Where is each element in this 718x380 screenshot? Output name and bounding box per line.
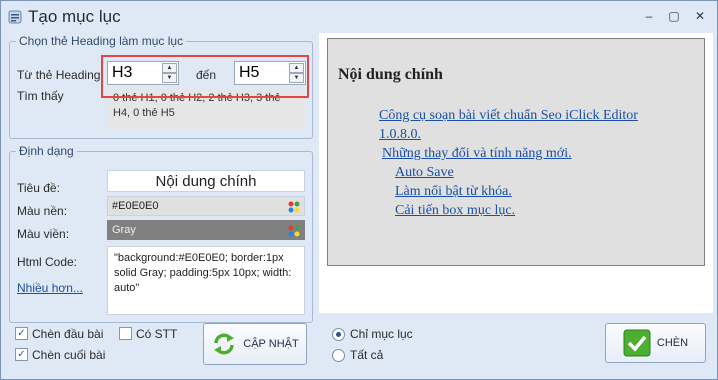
stt-label: Có STT (136, 327, 178, 341)
toc-item-link[interactable]: Những thay đổi và tính năng mới. (382, 146, 572, 161)
toc-dialog: Tạo mục lục – ▢ ✕ Chọn thẻ Heading làm m… (0, 0, 718, 380)
bg-color-label: Màu nền: (17, 204, 68, 218)
color-palette-icon[interactable] (287, 200, 301, 214)
highlight-box (101, 55, 309, 98)
toc-item-link[interactable]: Làm nổi bật từ khóa. (395, 184, 512, 199)
insert-button[interactable]: CHÈN (605, 323, 706, 363)
insert-bottom-label: Chèn cuối bài (32, 348, 106, 362)
toc-item-link[interactable]: Cải tiến box mục lục. (395, 203, 515, 218)
bg-color-field[interactable]: #E0E0E0 (107, 196, 305, 216)
insert-top-checkbox[interactable]: ✓ (15, 327, 28, 340)
toc-item-link[interactable]: Auto Save (395, 165, 454, 180)
toc-item-2[interactable]: Những thay đổi và tính năng mới. (338, 144, 694, 163)
border-color-value: Gray (112, 224, 136, 236)
all-label: Tất cả (350, 348, 384, 362)
title-bar: Tạo mục lục – ▢ ✕ (1, 1, 717, 33)
preview-title: Nội dung chính (338, 66, 443, 83)
insert-bottom-checkbox[interactable]: ✓ (15, 348, 28, 361)
toc-item-4[interactable]: Làm nổi bật từ khóa. (338, 182, 694, 201)
heading-group-legend: Chọn thẻ Heading làm mục lục (16, 34, 187, 48)
app-icon (8, 10, 22, 24)
preview-panel: Nội dung chính Công cụ soạn bài viết chu… (319, 33, 713, 313)
bg-color-value: #E0E0E0 (112, 200, 159, 212)
toc-only-radio[interactable] (332, 328, 345, 341)
title-input[interactable]: Nội dung chính (107, 170, 305, 192)
toc-preview: Nội dung chính Công cụ soạn bài viết chu… (327, 38, 705, 266)
html-code-label: Html Code: (17, 255, 78, 269)
checkmark-icon (623, 329, 651, 357)
minimize-icon: – (645, 9, 653, 23)
preview-toc-list: Công cụ soạn bài viết chuẩn Seo iClick E… (338, 106, 694, 220)
insert-button-label: CHÈN (656, 337, 689, 349)
toc-only-label: Chỉ mục lục (350, 327, 413, 341)
all-radio[interactable] (332, 349, 345, 362)
from-heading-label: Từ thẻ Heading (17, 68, 101, 82)
toc-item-5[interactable]: Cải tiến box mục lục. (338, 201, 694, 220)
stt-checkbox[interactable] (119, 327, 132, 340)
color-palette-icon[interactable] (287, 224, 301, 238)
found-label: Tìm thấy (17, 89, 64, 103)
toc-item-3[interactable]: Auto Save (338, 163, 694, 182)
toc-item-1[interactable]: Công cụ soạn bài viết chuẩn Seo iClick E… (338, 106, 668, 144)
close-icon: ✕ (694, 9, 706, 23)
border-color-field[interactable]: Gray (107, 220, 305, 240)
close-button[interactable]: ✕ (690, 7, 710, 25)
update-button-label: CẬP NHẬT (243, 338, 299, 350)
insert-top-label: Chèn đầu bài (32, 327, 104, 341)
maximize-icon: ▢ (668, 9, 680, 23)
maximize-button[interactable]: ▢ (664, 7, 684, 25)
update-button[interactable]: CẬP NHẬT (203, 323, 307, 365)
toc-item-link[interactable]: Công cụ soạn bài viết chuẩn Seo iClick E… (379, 108, 638, 142)
border-color-label: Màu viền: (17, 227, 70, 241)
refresh-icon (214, 333, 235, 355)
more-options-link[interactable]: Nhiều hơn... (17, 281, 83, 295)
window-title: Tạo mục lục (28, 7, 121, 26)
title-label: Tiêu đề: (17, 181, 60, 195)
format-group-legend: Định dạng (16, 144, 77, 158)
html-code-textarea[interactable]: "background:#E0E0E0; border:1px solid Gr… (107, 246, 305, 315)
minimize-button[interactable]: – (639, 7, 659, 25)
